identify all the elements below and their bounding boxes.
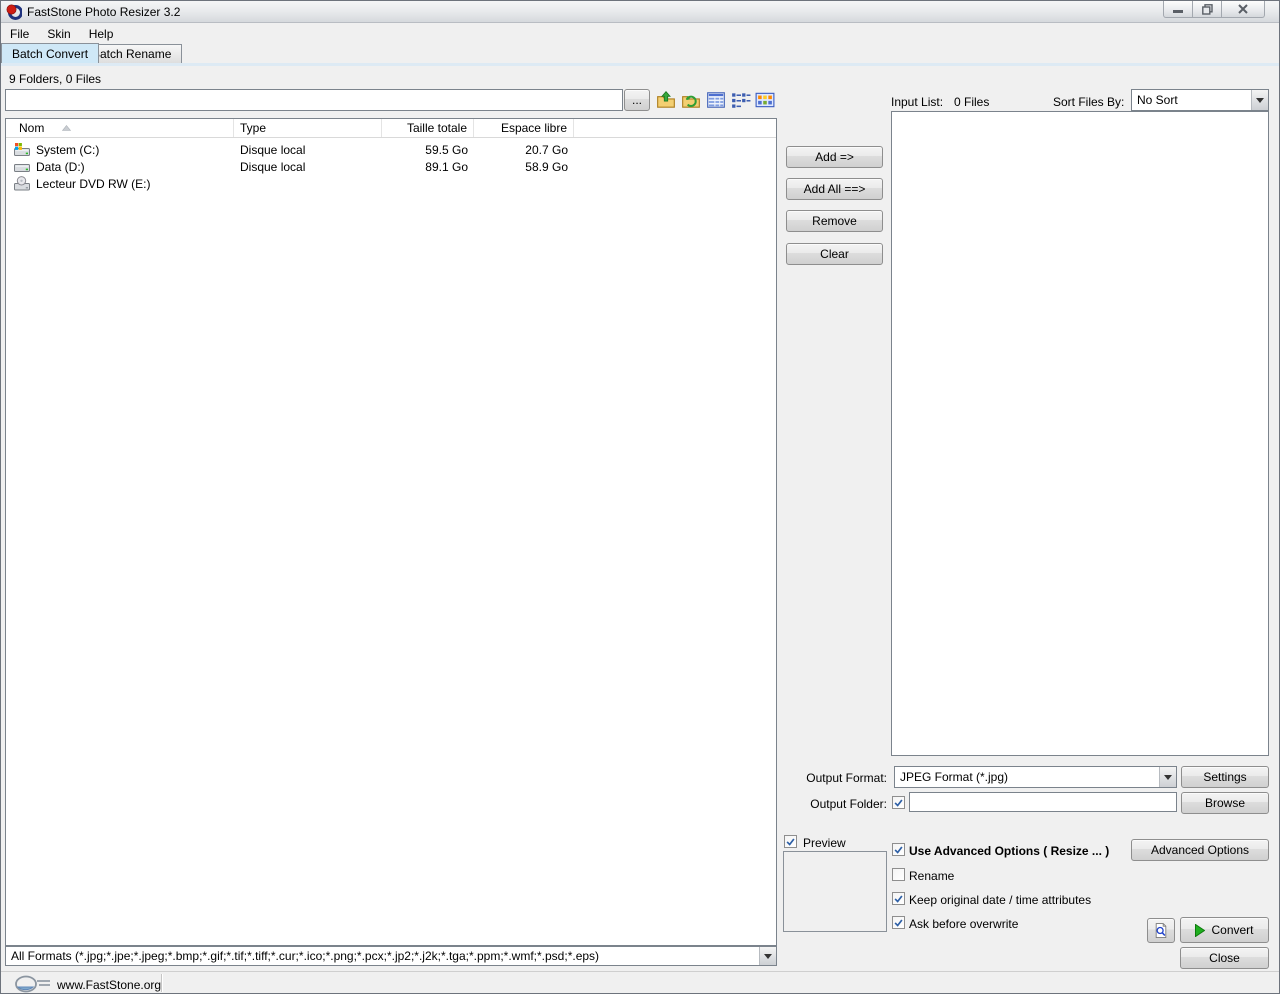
dvd-drive-icon (14, 176, 30, 192)
sort-files-label: Sort Files By: (1053, 95, 1124, 109)
preview-box (783, 851, 887, 932)
close-dialog-button[interactable]: Close (1180, 947, 1269, 969)
advanced-options-button[interactable]: Advanced Options (1131, 839, 1269, 861)
output-format-label: Output Format: (781, 771, 887, 785)
output-format-value: JPEG Format (*.jpg) (895, 770, 1159, 784)
minimize-button[interactable] (1163, 1, 1193, 18)
close-icon (1238, 4, 1248, 14)
convert-label: Convert (1211, 923, 1253, 937)
faststone-link[interactable]: www.FastStone.org (57, 978, 161, 992)
clear-button[interactable]: Clear (786, 243, 883, 265)
formats-filter-value: All Formats (*.jpg;*.jpe;*.jpeg;*.bmp;*.… (6, 949, 759, 963)
app-icon (6, 4, 22, 20)
menu-bar: File Skin Help (1, 24, 1279, 43)
rename-checkbox[interactable] (892, 868, 905, 881)
hard-drive-icon (14, 159, 30, 175)
dropdown-arrow-icon[interactable] (1159, 767, 1176, 787)
document-magnifier-icon (1154, 922, 1168, 939)
restore-icon (1202, 4, 1213, 15)
tab-strip-underline (1, 63, 1279, 66)
drive-name: Data (D:) (30, 160, 91, 174)
ask-overwrite-checkbox[interactable] (892, 916, 905, 929)
check-icon (893, 844, 904, 855)
drive-total: 89.1 Go (382, 160, 474, 174)
check-icon (893, 797, 904, 808)
list-view-icon[interactable] (731, 90, 751, 110)
input-list-count: 0 Files (954, 95, 989, 109)
close-button[interactable] (1221, 1, 1265, 18)
output-folder-label: Output Folder: (781, 797, 887, 811)
app-window: FastStone Photo Resizer 3.2 File Skin He… (0, 0, 1280, 994)
drive-name: System (C:) (30, 143, 105, 157)
sort-files-value: No Sort (1132, 93, 1251, 107)
drive-row-data[interactable]: Data (D:) Disque local 89.1 Go 58.9 Go (6, 158, 776, 175)
drive-type: Disque local (234, 160, 382, 174)
details-view-icon[interactable] (706, 90, 726, 110)
menu-file[interactable]: File (1, 25, 38, 43)
browse-button[interactable]: Browse (1181, 792, 1269, 814)
browse-folder-button[interactable]: ... (624, 89, 650, 111)
keep-date-checkbox[interactable] (892, 892, 905, 905)
minimize-icon (1173, 5, 1183, 14)
up-folder-icon[interactable] (656, 90, 676, 110)
preview-label: Preview (803, 836, 846, 850)
menu-skin[interactable]: Skin (38, 25, 79, 43)
check-icon (785, 836, 796, 847)
input-list-panel[interactable] (891, 111, 1269, 756)
dropdown-arrow-icon[interactable] (759, 947, 776, 965)
tab-batch-convert[interactable]: Batch Convert (1, 43, 99, 63)
play-icon (1195, 924, 1205, 937)
faststone-logo-icon (13, 974, 53, 994)
sort-files-combobox[interactable]: No Sort (1131, 89, 1269, 111)
status-bar: www.FastStone.org (1, 971, 1279, 994)
preview-checkbox[interactable] (784, 835, 797, 848)
check-icon (893, 917, 904, 928)
input-list-label: Input List: (891, 95, 943, 109)
grid-header: Nom Type Taille totale Espace libre (6, 119, 776, 138)
use-advanced-options-label: Use Advanced Options ( Resize ... ) (909, 844, 1109, 858)
column-header-free-space[interactable]: Espace libre (474, 119, 574, 137)
drive-free: 20.7 Go (474, 143, 574, 157)
refresh-folder-icon[interactable] (681, 90, 701, 110)
output-folder-checkbox[interactable] (892, 796, 905, 809)
ask-overwrite-label: Ask before overwrite (909, 917, 1018, 931)
thumbnails-view-icon[interactable] (755, 90, 775, 110)
menu-help[interactable]: Help (80, 25, 123, 43)
drive-row-system[interactable]: System (C:) Disque local 59.5 Go 20.7 Go (6, 141, 776, 158)
output-format-combobox[interactable]: JPEG Format (*.jpg) (894, 766, 1177, 788)
folder-summary: 9 Folders, 0 Files (9, 72, 101, 86)
folder-browser-panel: Nom Type Taille totale Espace libre Syst… (5, 118, 777, 946)
drive-free: 58.9 Go (474, 160, 574, 174)
keep-date-label: Keep original date / time attributes (909, 893, 1091, 907)
column-header-name[interactable]: Nom (6, 119, 234, 137)
status-divider (161, 974, 162, 992)
dropdown-arrow-icon[interactable] (1251, 90, 1268, 110)
formats-filter-combobox[interactable]: All Formats (*.jpg;*.jpe;*.jpeg;*.bmp;*.… (5, 946, 777, 966)
drive-total: 59.5 Go (382, 143, 474, 157)
convert-button[interactable]: Convert (1180, 917, 1269, 943)
remove-button[interactable]: Remove (786, 210, 883, 232)
add-all-button[interactable]: Add All ==> (786, 178, 883, 200)
window-controls (1164, 1, 1265, 18)
add-button[interactable]: Add => (786, 146, 883, 168)
use-advanced-options-checkbox[interactable] (892, 843, 905, 856)
system-drive-icon (14, 142, 30, 158)
column-header-total-size[interactable]: Taille totale (382, 119, 474, 137)
restore-button[interactable] (1192, 1, 1222, 18)
path-input[interactable] (5, 89, 623, 111)
tab-bar: Batch Convert Batch Rename (1, 43, 1279, 63)
title-bar: FastStone Photo Resizer 3.2 (1, 1, 1279, 23)
output-folder-input[interactable] (909, 792, 1177, 812)
rename-label: Rename (909, 869, 954, 883)
drive-name: Lecteur DVD RW (E:) (30, 177, 156, 191)
preview-result-button[interactable] (1147, 918, 1175, 943)
window-title: FastStone Photo Resizer 3.2 (27, 5, 180, 19)
settings-button[interactable]: Settings (1181, 766, 1269, 788)
column-header-type[interactable]: Type (234, 119, 382, 137)
drive-row-dvd[interactable]: Lecteur DVD RW (E:) (6, 175, 776, 192)
drive-type: Disque local (234, 143, 382, 157)
sort-ascending-icon (62, 125, 71, 131)
check-icon (893, 893, 904, 904)
